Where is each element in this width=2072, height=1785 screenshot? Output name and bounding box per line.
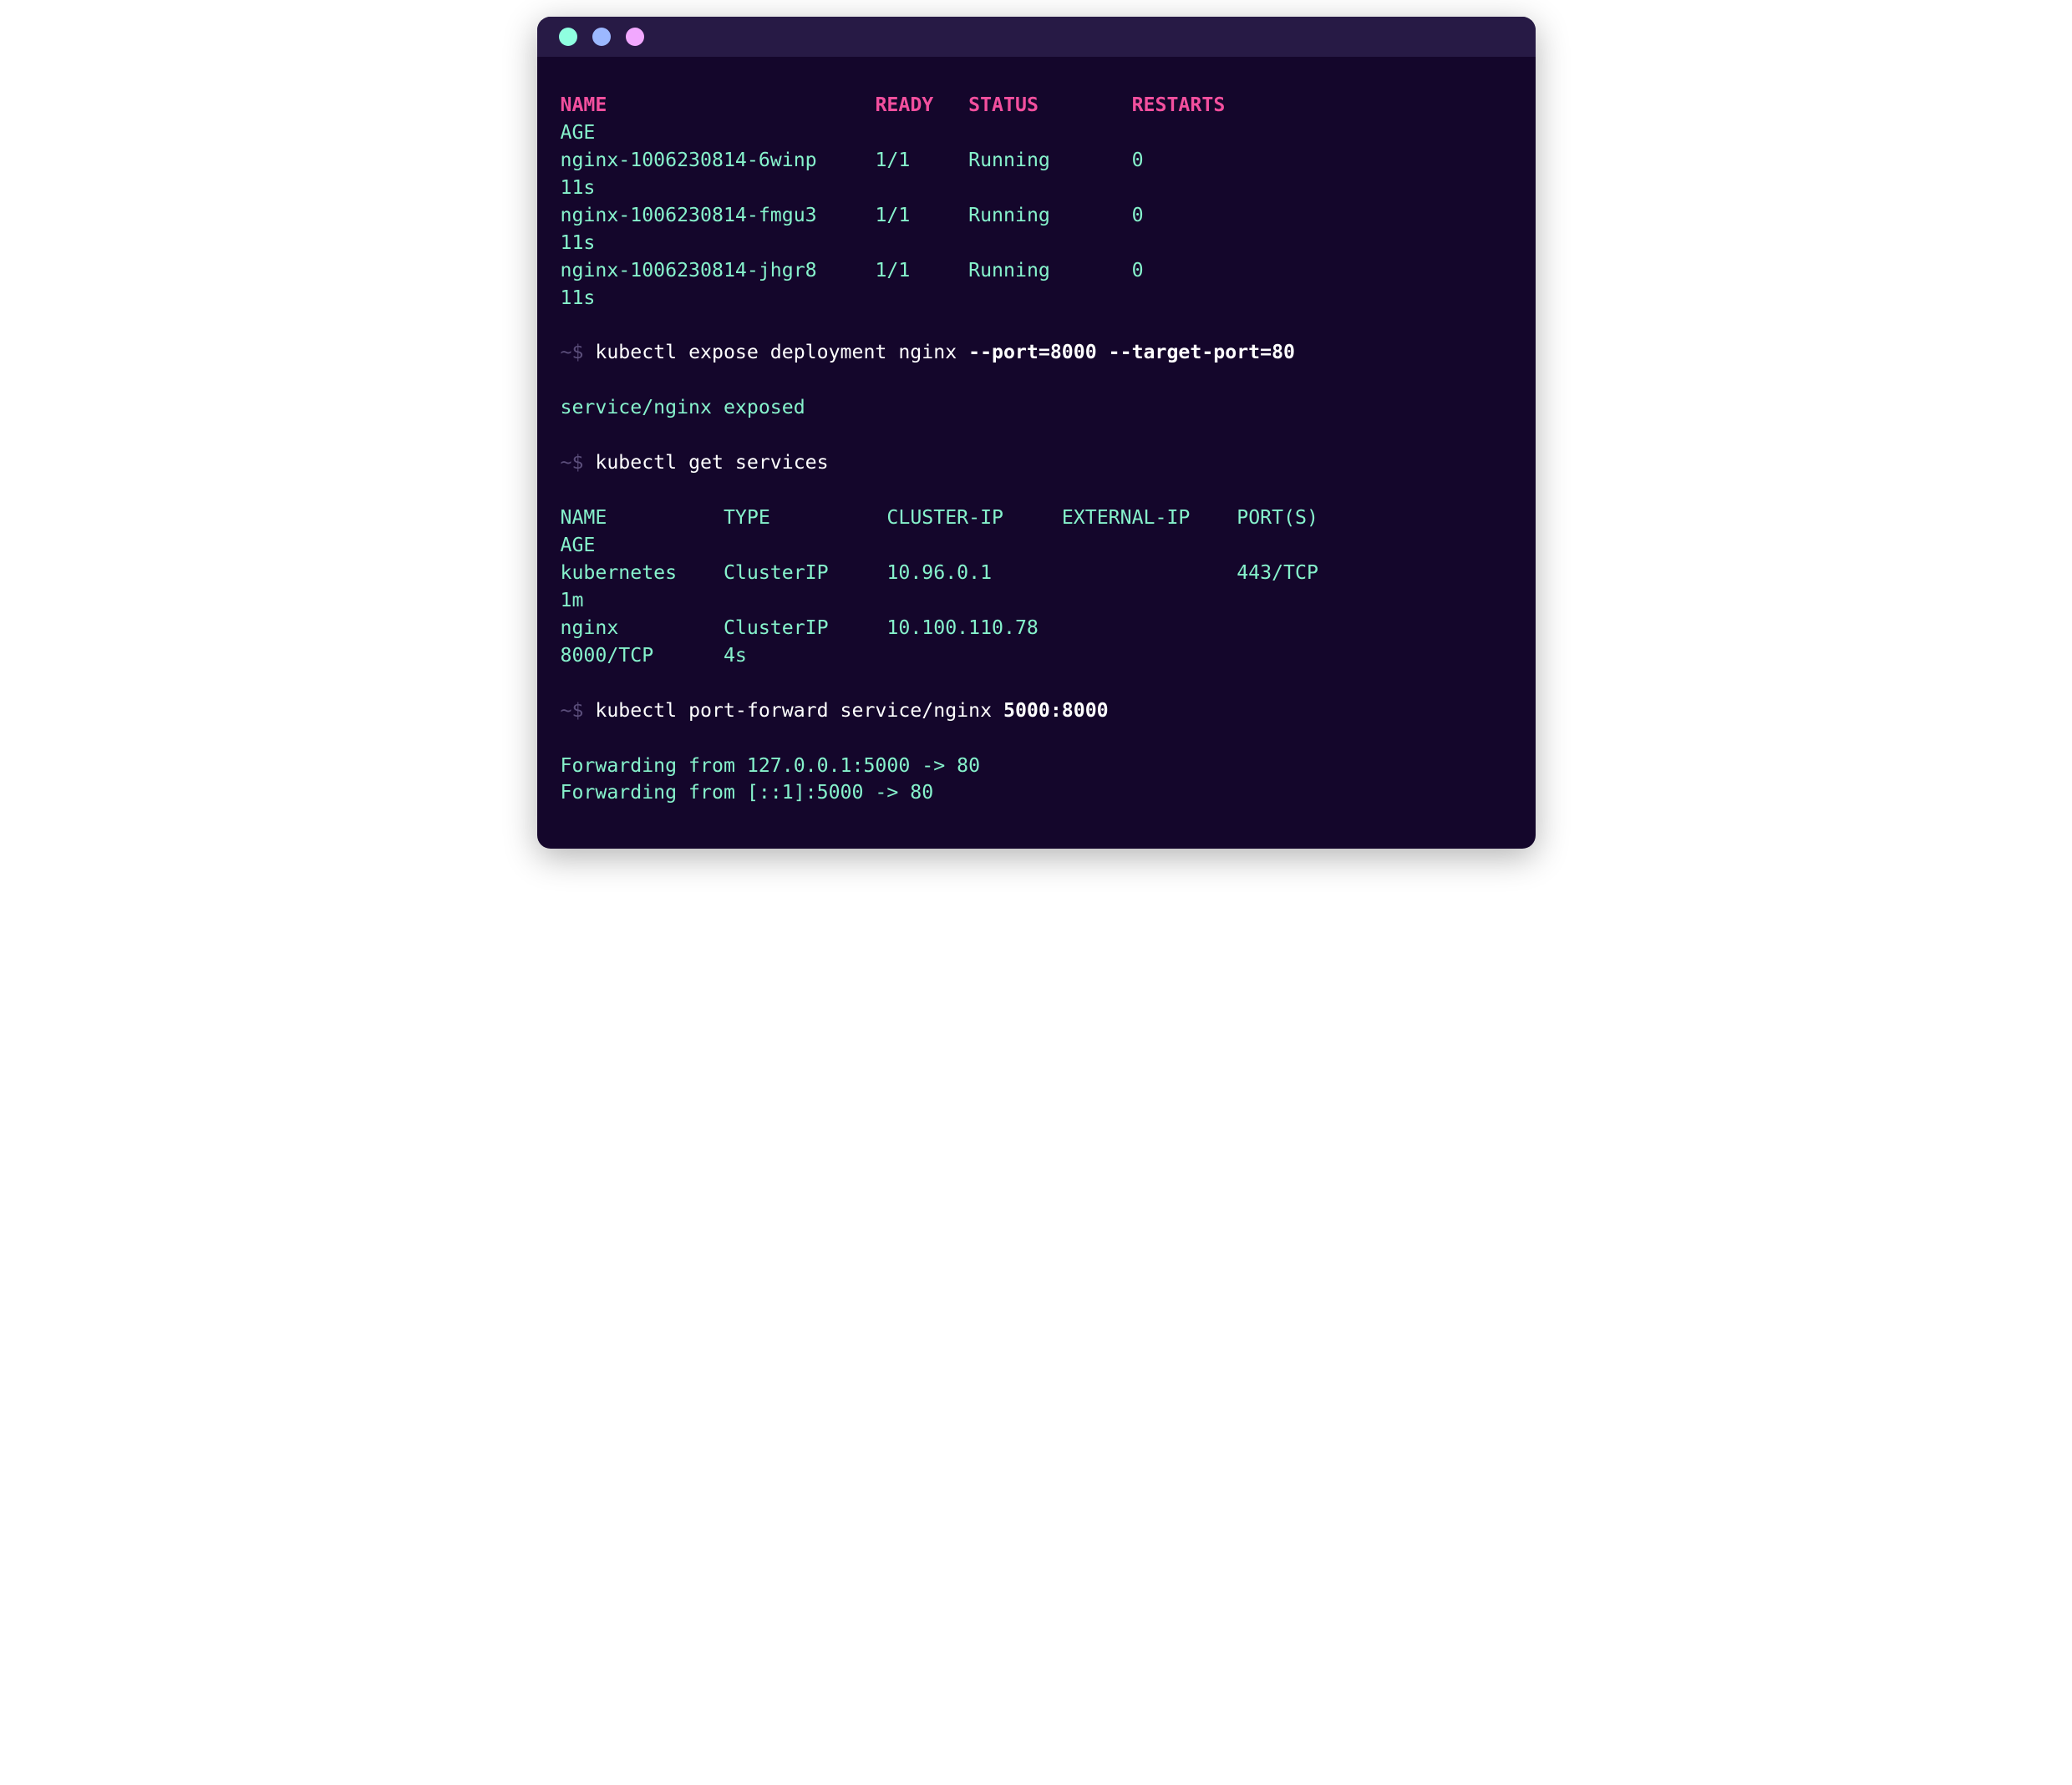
svc-cip: 10.96.0.1 [886,561,992,584]
shell-prompt: ~$ [561,451,596,474]
traffic-light-close-icon[interactable] [559,28,577,46]
forward-output: Forwarding from 127.0.0.1:5000 -> 80 [561,754,981,777]
pod-restarts: 0 [1132,149,1144,171]
svc-name: kubernetes [561,561,678,584]
pod-age: 11s [561,176,596,199]
titlebar [537,17,1536,57]
svc-name: nginx [561,616,619,639]
svc-age: 1m [561,589,584,611]
svc-header-ports: PORT(S) [1237,506,1318,529]
svc-header-type: TYPE [724,506,770,529]
svc-type: ClusterIP [724,561,829,584]
command-arg: --port=8000 --target-port=80 [968,341,1295,363]
terminal-output[interactable]: NAME READY STATUS RESTARTS AGE nginx-100… [537,57,1536,849]
svc-header-age: AGE [561,534,596,556]
svc-ports: 8000/TCP [561,644,654,667]
svc-ports: 443/TCP [1237,561,1318,584]
svc-header-eip: EXTERNAL-IP [1062,506,1191,529]
terminal-window: NAME READY STATUS RESTARTS AGE nginx-100… [537,17,1536,849]
pod-name: nginx-1006230814-jhgr8 [561,259,817,281]
pod-ready: 1/1 [875,259,910,281]
command-arg: 5000:8000 [1003,699,1109,722]
traffic-light-minimize-icon[interactable] [592,28,611,46]
svc-type: ClusterIP [724,616,829,639]
pod-age: 11s [561,287,596,309]
pod-restarts: 0 [1132,259,1144,281]
command-text: kubectl get services [595,451,828,474]
svc-header-cip: CLUSTER-IP [886,506,1003,529]
command-text: kubectl expose deployment nginx [595,341,968,363]
pod-name: nginx-1006230814-6winp [561,149,817,171]
pod-name: nginx-1006230814-fmgu3 [561,204,817,226]
traffic-light-zoom-icon[interactable] [626,28,644,46]
pods-header-ready: READY [875,94,933,116]
pod-age: 11s [561,231,596,254]
shell-prompt: ~$ [561,699,596,722]
pod-ready: 1/1 [875,204,910,226]
pod-restarts: 0 [1132,204,1144,226]
pods-header-status: STATUS [968,94,1039,116]
pod-ready: 1/1 [875,149,910,171]
expose-output: service/nginx exposed [561,396,805,418]
pods-header-restarts: RESTARTS [1132,94,1226,116]
pods-header-name: NAME [561,94,607,116]
pods-header-age: AGE [561,121,596,144]
shell-prompt: ~$ [561,341,596,363]
command-text: kubectl port-forward service/nginx [595,699,1003,722]
pod-status: Running [968,259,1050,281]
svc-cip: 10.100.110.78 [886,616,1038,639]
svc-header-name: NAME [561,506,607,529]
pod-status: Running [968,149,1050,171]
forward-output: Forwarding from [::1]:5000 -> 80 [561,781,934,804]
svc-age: 4s [724,644,747,667]
pod-status: Running [968,204,1050,226]
